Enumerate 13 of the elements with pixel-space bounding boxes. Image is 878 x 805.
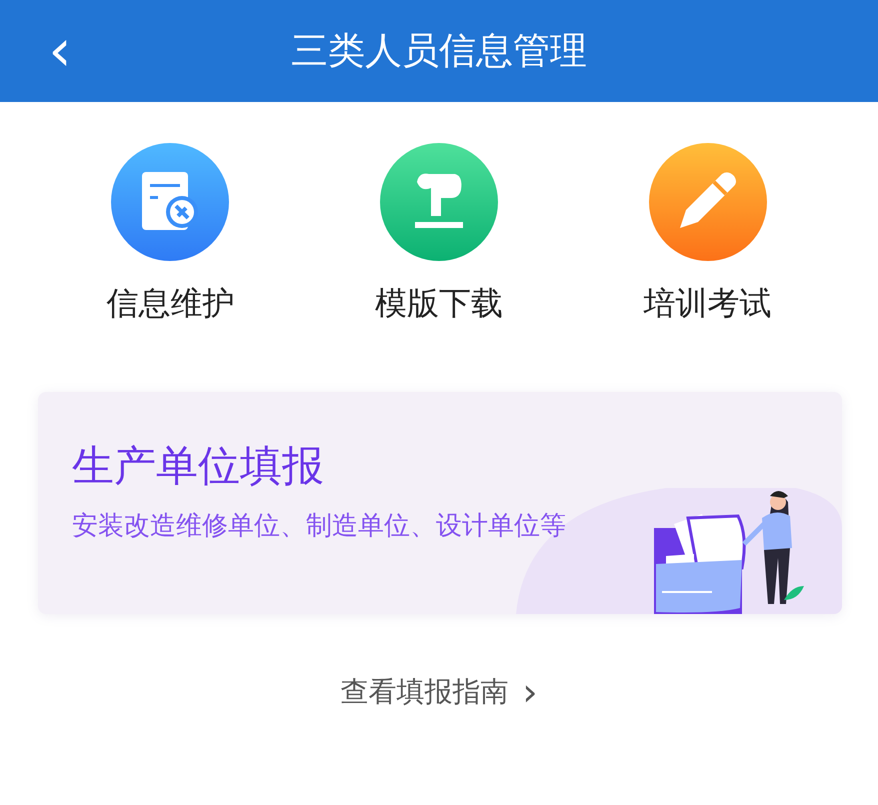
banner-card[interactable]: 生产单位填报 安装改造维修单位、制造单位、设计单位等 xyxy=(38,392,842,614)
guide-link[interactable]: 查看填报指南 › xyxy=(340,672,538,712)
shortcut-label[interactable]: 信息维护 xyxy=(106,283,234,323)
banner-title: 生产单位填报 xyxy=(72,440,325,492)
shortcut-label[interactable]: 培训考试 xyxy=(644,283,772,323)
hand-icon[interactable] xyxy=(380,143,498,261)
shortcut-label[interactable]: 模版下载 xyxy=(374,283,503,323)
pencil-icon[interactable] xyxy=(648,143,767,261)
chevron-icon: › xyxy=(522,672,538,712)
banner-subtitle: 安装改造维修单位、制造单位、设计单位等 xyxy=(72,510,567,543)
page-title: 三类人员信息管理 xyxy=(291,28,587,74)
document-icon[interactable] xyxy=(111,143,230,261)
back-button[interactable]: ‹ xyxy=(40,22,80,78)
